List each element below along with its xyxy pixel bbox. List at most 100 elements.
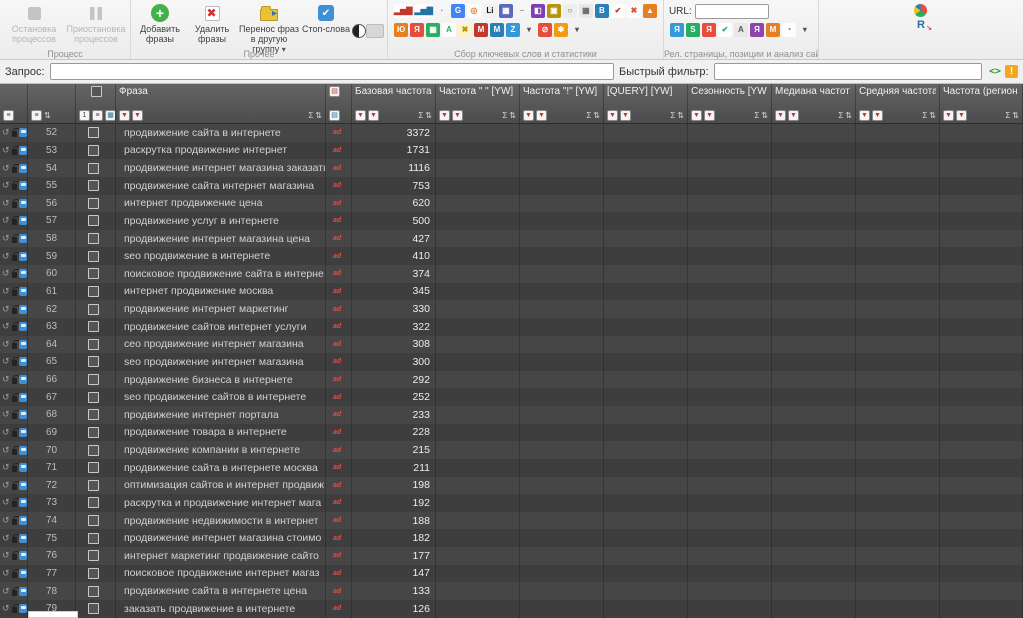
direct-ad-icon[interactable]: ad [333, 323, 341, 330]
row-checkbox[interactable] [88, 215, 99, 227]
direct-ad-icon[interactable]: ad [333, 358, 341, 365]
shield-icon[interactable] [19, 410, 27, 420]
filter-clear-icon[interactable]: ▼ [620, 110, 631, 121]
shield-icon[interactable] [19, 269, 27, 279]
lock-icon[interactable] [11, 586, 20, 596]
phrase-cell[interactable]: заказать продвижение в интернете [116, 599, 326, 618]
snapshot-icon[interactable]: ▣ [546, 3, 561, 18]
refresh-icon[interactable]: ↺ [2, 392, 10, 402]
lock-icon[interactable] [11, 445, 20, 455]
phrase-cell[interactable]: продвижение недвижимости в интернет [116, 511, 326, 530]
pie-chart-icon[interactable] [914, 4, 928, 17]
phrase-cell[interactable]: продвижение товара в интернете [116, 423, 326, 442]
stopwords-button[interactable]: ✔ Стоп-слова [300, 1, 352, 55]
row-checkbox[interactable] [88, 250, 99, 262]
grid-gray-icon[interactable]: ▦ [578, 3, 593, 18]
a-gray-icon[interactable]: A [733, 22, 748, 37]
direct-ad-icon[interactable]: ad [333, 499, 341, 506]
phrase-cell[interactable]: раскрутка продвижение интернет [116, 141, 326, 160]
check-red-icon[interactable]: ✔ [610, 3, 625, 18]
header-column[interactable]: Частота " " [YW] ▼ ▼ Σ ⇅ [436, 84, 520, 123]
chevron-down-icon[interactable]: ▾ [522, 23, 536, 37]
refresh-icon[interactable]: ↺ [2, 339, 10, 349]
row-checkbox[interactable] [88, 391, 99, 403]
direct-ad-icon[interactable]: ad [333, 200, 341, 207]
delete-phrases-button[interactable]: Удалить фразы [186, 1, 238, 55]
code-icon[interactable]: <> [989, 66, 1001, 77]
quick-filter-input[interactable] [713, 63, 982, 80]
phrase-cell[interactable]: seo продвижение сайтов в интернете [116, 388, 326, 406]
direct-ad-icon[interactable]: ad [333, 129, 341, 136]
shield-icon[interactable] [19, 604, 27, 614]
direct-ad-icon[interactable]: ad [333, 588, 341, 595]
phrase-cell[interactable]: seo продвижение в интернете [116, 247, 326, 265]
shield-icon[interactable] [19, 128, 27, 138]
shield-icon[interactable] [19, 357, 27, 367]
filter-icon[interactable]: ▼ [119, 110, 130, 121]
row-checkbox[interactable] [88, 233, 99, 245]
table-row[interactable]: ↺ 59 seo продвижение в интернете ad 410 [0, 247, 1023, 265]
sort-icon[interactable]: ⇅ [315, 111, 322, 120]
row-checkbox[interactable] [88, 338, 99, 350]
sort-icon[interactable]: ⇅ [593, 111, 600, 120]
chevron-down-icon[interactable]: ▾ [798, 23, 812, 37]
lock-icon[interactable] [11, 339, 20, 349]
row-checkbox[interactable] [88, 321, 99, 333]
table-row[interactable]: ↺ 54 продвижение интернет магазина заказ… [0, 159, 1023, 177]
x-yellow-icon[interactable]: ✖ [458, 22, 472, 37]
table-row[interactable]: ↺ 66 продвижение бизнеса в интернете ad … [0, 370, 1023, 389]
shield-icon[interactable] [19, 145, 27, 155]
row-checkbox[interactable] [88, 585, 99, 597]
refresh-icon[interactable]: ↺ [2, 586, 10, 596]
direct-ad-icon[interactable]: ad [333, 394, 341, 401]
lock-icon[interactable] [11, 304, 20, 314]
refresh-icon[interactable]: ↺ [2, 375, 10, 384]
filter-clear-icon[interactable]: ▼ [704, 110, 715, 121]
phrase-cell[interactable]: раскрутка и продвижение интернет мага [116, 494, 326, 512]
refresh-icon[interactable]: ↺ [2, 181, 10, 190]
check-green-icon[interactable]: ✔ [717, 22, 732, 37]
lock-icon[interactable] [11, 234, 20, 244]
grid-green-icon[interactable]: ▦ [426, 22, 440, 37]
lock-icon[interactable] [11, 375, 20, 385]
phrase-cell[interactable]: сео продвижение интернет магазина [116, 335, 326, 354]
sort-icon[interactable]: ⇅ [677, 111, 684, 120]
table-row[interactable]: ↺ 68 продвижение интернет портала ad 233 [0, 406, 1023, 424]
pause-processes-button[interactable]: Приостановка процессов [65, 1, 127, 47]
phrase-cell[interactable]: seo продвижение интернет магазина [116, 353, 326, 371]
youla-icon[interactable]: Ю [394, 22, 408, 37]
phrase-cell[interactable]: поисковое продвижение интернет магаз [116, 564, 326, 583]
yandex-red-icon[interactable]: Я [410, 22, 424, 37]
direct-ad-icon[interactable]: ad [333, 306, 341, 313]
direct-ad-icon[interactable]: ad [333, 253, 341, 260]
direct-ad-icon[interactable]: ad [333, 482, 341, 489]
table-row[interactable]: ↺ 64 сео продвижение интернет магазина a… [0, 335, 1023, 354]
shield-icon[interactable] [19, 392, 27, 402]
direct-ad-icon[interactable]: ad [333, 376, 341, 383]
phrase-cell[interactable]: интернет продвижение москва [116, 282, 326, 301]
row-checkbox[interactable] [88, 497, 99, 509]
filter-icon[interactable]: ▼ [439, 110, 450, 121]
row-checkbox[interactable] [88, 144, 99, 156]
refresh-icon[interactable]: ↺ [2, 128, 10, 137]
lock-icon[interactable] [11, 286, 20, 296]
sum-icon[interactable]: Σ [418, 111, 423, 120]
phrase-cell[interactable]: интернет продвижение цена [116, 194, 326, 213]
refresh-icon[interactable]: ↺ [2, 516, 10, 525]
header-column[interactable]: Частота (регион ▼ ▼ Σ ⇅ [940, 84, 1023, 123]
shield-icon[interactable] [19, 304, 27, 314]
refresh-icon[interactable]: ↺ [2, 145, 10, 155]
lock-icon[interactable] [11, 498, 20, 508]
target-icon[interactable]: ◎ [466, 3, 481, 18]
sum-icon[interactable]: Σ [586, 111, 591, 120]
direct-ad-icon[interactable]: ad [333, 447, 341, 454]
separator-dot-icon[interactable]: · [435, 4, 449, 18]
select-all-checkbox[interactable] [91, 86, 102, 97]
header-column[interactable]: [QUERY] [YW] ▼ ▼ Σ ⇅ [604, 84, 688, 123]
row-checkbox[interactable] [88, 462, 99, 474]
header-column[interactable]: Базовая частота ▼ ▼ Σ ⇅ [352, 84, 436, 123]
direct-ad-icon[interactable]: ad [333, 288, 341, 295]
table-row[interactable]: ↺ 56 интернет продвижение цена ad 620 [0, 194, 1023, 213]
lock-icon[interactable] [11, 392, 20, 402]
phrase-cell[interactable]: продвижение компании в интернете [116, 441, 326, 459]
